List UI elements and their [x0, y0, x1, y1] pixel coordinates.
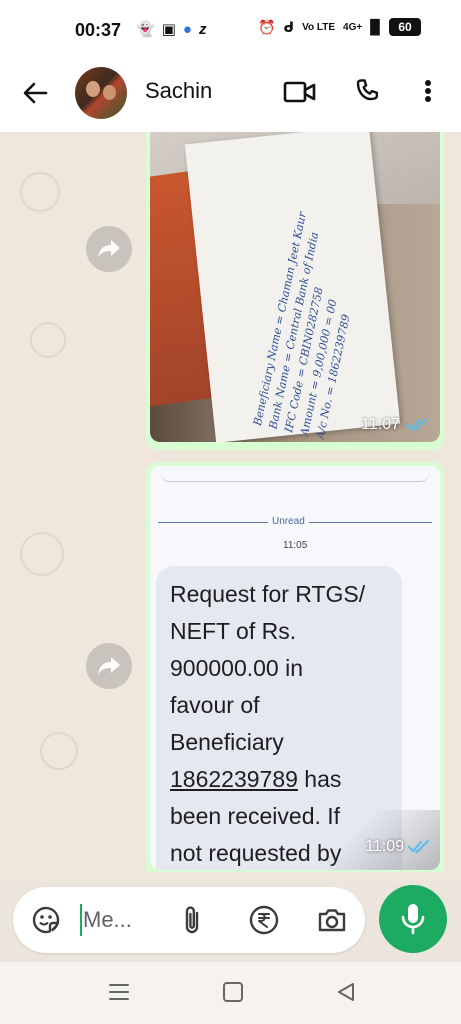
- paperclip-icon: [185, 906, 199, 934]
- more-options-button[interactable]: [416, 76, 440, 106]
- double-check-icon: [406, 418, 427, 432]
- message-time: 11:09: [365, 838, 404, 855]
- forward-icon: [98, 240, 120, 258]
- z-icon: z: [198, 21, 207, 38]
- sticker-icon: [32, 906, 60, 934]
- voice-call-button[interactable]: [353, 76, 383, 106]
- avatar-face: [86, 81, 100, 97]
- instagram-icon: ▣: [161, 21, 176, 38]
- sticker-button[interactable]: [30, 904, 62, 936]
- chat-header: Sachin: [0, 62, 461, 132]
- wallpaper-doodle: [20, 532, 64, 576]
- video-call-button[interactable]: [283, 78, 317, 106]
- battery-icon: 60: [389, 18, 421, 36]
- unread-label: Unread: [268, 516, 309, 527]
- alarm-icon: ⏰: [258, 18, 276, 35]
- contact-name[interactable]: Sachin: [145, 78, 212, 104]
- phone-icon: [356, 79, 379, 101]
- wallpaper-doodle: [30, 322, 66, 358]
- forward-button[interactable]: [86, 643, 132, 689]
- avatar[interactable]: [75, 67, 127, 119]
- sms-line: favour of: [170, 692, 260, 718]
- signal-icon: ▉: [370, 18, 381, 35]
- text-cursor: [80, 904, 82, 936]
- microphone-icon: [401, 904, 425, 935]
- message-composer: [13, 887, 365, 953]
- forward-icon: [98, 657, 120, 675]
- video-camera-icon: [283, 81, 316, 103]
- camera-icon: [318, 909, 346, 932]
- status-time: 00:37: [75, 20, 122, 40]
- status-system-icons: ⏰ ᑯ Vo LTE 4G+ ▉ 60: [258, 18, 421, 36]
- message-time: 11:07: [361, 416, 400, 433]
- message-input[interactable]: [83, 903, 173, 937]
- rupee-icon: [249, 905, 279, 935]
- messenger-icon: ●: [182, 21, 192, 38]
- camera-button[interactable]: [316, 905, 348, 935]
- status-bar: 00:37 👻 ▣ ● z ⏰ ᑯ Vo LTE 4G+ ▉ 60: [0, 0, 461, 62]
- screenshot-previous-bubble: [160, 466, 430, 482]
- volte-label: Vo LTE: [302, 21, 336, 33]
- message-screenshot[interactable]: Unread 11:05 Request for RTGS/ NEFT of R…: [150, 466, 440, 870]
- wallpaper-doodle: [20, 172, 60, 212]
- signal-label: 4G+: [343, 21, 363, 33]
- account-number-link[interactable]: 1862239789: [170, 766, 298, 792]
- snapchat-icon: 👻: [136, 21, 155, 38]
- screenshot-message[interactable]: Unread 11:05 Request for RTGS/ NEFT of R…: [146, 462, 444, 872]
- sms-line: Beneficiary: [170, 729, 284, 755]
- double-check-icon: [408, 840, 429, 854]
- wallpaper-doodle: [40, 732, 78, 770]
- sms-line: Request for RTGS/: [170, 581, 366, 607]
- avatar-face: [103, 85, 116, 100]
- recents-icon[interactable]: [108, 983, 130, 1001]
- status-notification-icons: 👻 ▣ ● z: [136, 20, 206, 40]
- bluetooth-icon: ᑯ: [283, 18, 295, 35]
- sms-line: 900000.00 in: [170, 655, 304, 681]
- back-triangle-icon[interactable]: [336, 982, 356, 1002]
- sms-fragment: has: [297, 766, 342, 792]
- voice-message-button[interactable]: [379, 885, 447, 953]
- sms-line: 1862239789 has: [170, 761, 388, 798]
- back-button[interactable]: [20, 78, 50, 108]
- image-message[interactable]: Beneficiary Name = Chaman Jeet Kaur Bank…: [146, 132, 444, 450]
- system-nav-bar: [0, 962, 461, 1024]
- home-icon[interactable]: [223, 982, 243, 1002]
- payment-button[interactable]: [248, 904, 280, 936]
- attach-button[interactable]: [179, 904, 207, 936]
- sms-line: NEFT of Rs.: [170, 618, 297, 644]
- arrow-left-icon: [23, 82, 48, 104]
- more-vertical-icon: [425, 80, 431, 102]
- screenshot-time: 11:05: [283, 540, 308, 551]
- chat-area[interactable]: Beneficiary Name = Chaman Jeet Kaur Bank…: [0, 132, 461, 882]
- forward-button[interactable]: [86, 226, 132, 272]
- message-photo[interactable]: Beneficiary Name = Chaman Jeet Kaur Bank…: [150, 132, 440, 442]
